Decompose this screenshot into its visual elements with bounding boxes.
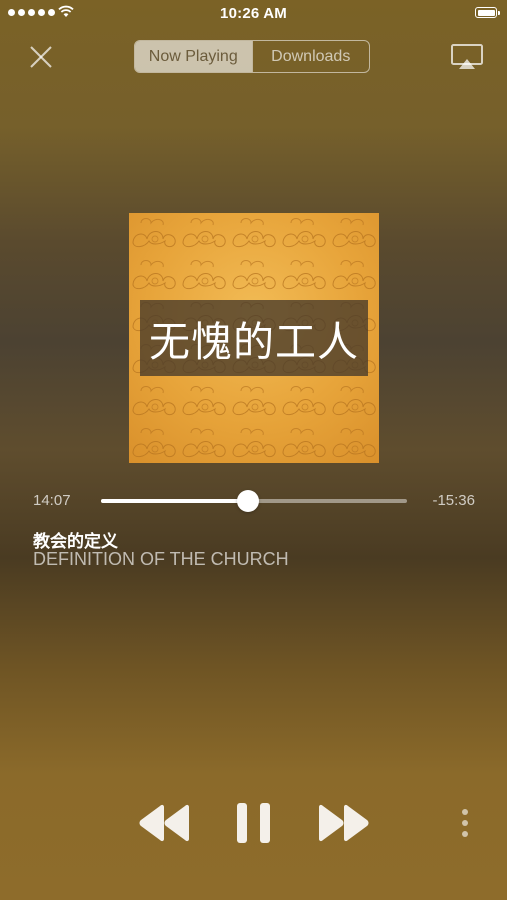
album-artwork: 无愧的工人 xyxy=(129,213,379,463)
progress-scrubber[interactable] xyxy=(236,490,259,512)
battery-icon xyxy=(475,7,500,18)
rewind-icon xyxy=(139,804,189,842)
status-time: 10:26 AM xyxy=(220,5,287,22)
progress-fill xyxy=(101,499,248,503)
tab-downloads[interactable]: Downloads xyxy=(251,41,370,72)
artwork-title: 无愧的工人 xyxy=(149,319,359,365)
airplay-icon[interactable] xyxy=(450,43,484,71)
fast-forward-button[interactable] xyxy=(316,803,370,848)
more-options-button[interactable] xyxy=(459,808,471,843)
close-button[interactable] xyxy=(26,42,56,72)
artwork-title-banner: 无愧的工人 xyxy=(140,300,368,376)
status-bar: 10:26 AM xyxy=(0,0,507,26)
close-icon xyxy=(30,46,52,68)
fast-forward-icon xyxy=(319,804,369,842)
more-vertical-icon xyxy=(462,809,468,837)
view-switcher: Now Playing Downloads xyxy=(134,40,370,73)
pause-icon xyxy=(237,803,270,843)
elapsed-time: 14:07 xyxy=(33,492,71,509)
tab-now-playing[interactable]: Now Playing xyxy=(135,41,252,72)
pause-button[interactable] xyxy=(235,802,273,849)
rewind-button[interactable] xyxy=(138,803,192,848)
track-subtitle: DEFINITION OF THE CHURCH xyxy=(33,549,289,569)
remaining-time: -15:36 xyxy=(432,492,475,509)
